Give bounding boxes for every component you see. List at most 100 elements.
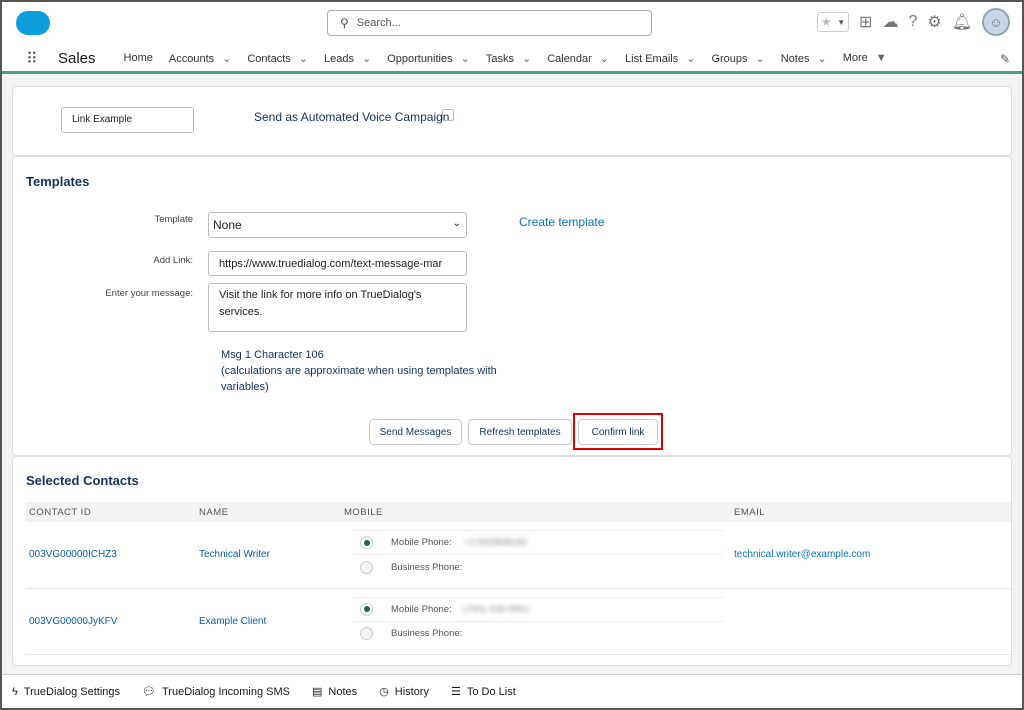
app-launcher-icon[interactable]: ⠿ — [26, 49, 44, 69]
nav-item-label: Groups — [711, 53, 748, 65]
chevron-down-icon: ▼ — [837, 17, 846, 27]
confirm-link-button[interactable]: Confirm link — [578, 419, 658, 445]
template-value: None — [213, 218, 242, 232]
search-icon: ⚲ — [340, 16, 349, 30]
nav-item-more[interactable]: More ▼ — [843, 52, 887, 65]
mobile-phone-value: +17603848182 — [463, 537, 528, 549]
nav-item-notes[interactable]: Notes ⌄ — [781, 52, 827, 65]
utility-item-to-do-list[interactable]: ☰ To Do List — [450, 685, 516, 699]
chevron-down-icon[interactable]: ⌄ — [222, 53, 231, 65]
mobile-cell: Mobile Phone: (760) 428-0951 Business Pho… — [341, 588, 731, 655]
chevron-down-icon[interactable]: ▼ — [876, 52, 887, 64]
global-header: ⚲ Search... ★ ▼ ⊞ ☁ ? ⚙ 🔔︎ ☺ — [2, 2, 1022, 46]
contacts-table: CONTACT ID NAME MOBILE EMAIL 003VG00000I… — [26, 502, 1011, 655]
bell-icon[interactable]: 🔔︎ — [952, 12, 972, 32]
voice-campaign-label: Send as Automated Voice Campaign — [254, 110, 450, 124]
utility-item-notes[interactable]: ▤ Notes — [311, 685, 358, 699]
star-icon: ★ — [820, 15, 832, 29]
business-phone-radio[interactable] — [360, 627, 373, 640]
nav-item-label: Home — [123, 52, 153, 64]
nav-item-opportunities[interactable]: Opportunities ⌄ — [387, 52, 470, 65]
nav-item-contacts[interactable]: Contacts ⌄ — [247, 52, 308, 65]
business-phone-label: Business Phone: — [391, 628, 463, 639]
gear-icon[interactable]: ⚙ — [927, 12, 941, 32]
chevron-down-icon[interactable]: ⌄ — [600, 53, 609, 65]
nav-item-list-emails[interactable]: List Emails ⌄ — [625, 52, 695, 65]
chevron-down-icon[interactable]: ⌄ — [686, 53, 695, 65]
send-messages-button[interactable]: Send Messages — [369, 419, 462, 445]
utility-bar: ϟ TrueDialog Settings 💬︎ TrueDialog Incomin… — [2, 674, 1022, 708]
selected-contacts-card: Selected Contacts CONTACT ID NAME MOBILE… — [12, 456, 1012, 666]
add-link-label: Add Link: — [153, 255, 193, 266]
utility-item-truedialog-incoming-sms[interactable]: 💬︎ TrueDialog Incoming SMS — [142, 685, 290, 699]
add-link-input[interactable]: https://www.truedialog.com/text-message-… — [208, 251, 467, 276]
business-phone-radio[interactable] — [360, 560, 373, 574]
message-textarea[interactable]: Visit the link for more info on TrueDial… — [208, 283, 467, 332]
email-link[interactable]: technical.writer@example.com — [731, 522, 1011, 589]
template-label: Template — [154, 214, 193, 225]
nav-item-calendar[interactable]: Calendar ⌄ — [547, 52, 609, 65]
list-icon: ☰ — [450, 686, 461, 698]
utility-item-label: TrueDialog Settings — [23, 685, 121, 698]
col-email: EMAIL — [731, 502, 1011, 522]
utility-item-label: History — [394, 685, 429, 698]
salesforce-logo[interactable] — [16, 11, 50, 35]
table-row: 003VG00000ICHZ3 Technical Writer Mobile … — [26, 522, 1011, 589]
nav-item-label: Notes — [780, 53, 810, 65]
chevron-down-icon[interactable]: ⌄ — [362, 53, 371, 65]
templates-card: Templates Template None ⌄ Create template… — [12, 156, 1012, 456]
favorites-button[interactable]: ★ ▼ — [817, 12, 850, 32]
contact-name-link[interactable]: Example Client — [196, 588, 341, 655]
chevron-down-icon[interactable]: ⌄ — [299, 53, 308, 65]
email-link[interactable] — [731, 588, 1011, 655]
table-row: 003VG00000JyKFV Example Client Mobile Ph… — [26, 588, 1011, 655]
chevron-down-icon[interactable]: ⌄ — [756, 53, 765, 65]
nav-item-label: Contacts — [247, 53, 291, 65]
create-template-link[interactable]: Create template — [519, 215, 604, 229]
nav-item-label: Opportunities — [387, 53, 453, 65]
main-content: Link Example Send as Automated Voice Cam… — [2, 74, 1022, 674]
message-count: Msg 1 Character 106 — [221, 349, 324, 361]
nav-item-label: Accounts — [168, 53, 215, 65]
utility-item-history[interactable]: ◷ History — [379, 685, 429, 699]
business-phone-label: Business Phone: — [391, 561, 463, 573]
template-select[interactable]: None ⌄ — [208, 212, 467, 238]
mobile-phone-radio[interactable] — [360, 602, 373, 616]
bolt-icon: ϟ — [12, 685, 18, 698]
note-icon: ▤ — [311, 686, 323, 698]
utility-item-label: To Do List — [466, 685, 516, 698]
nav-item-accounts[interactable]: Accounts ⌄ — [169, 52, 231, 65]
message-note: (calculations are approximate when using… — [221, 365, 497, 393]
templates-title: Templates — [26, 174, 90, 189]
col-name: NAME — [196, 502, 341, 522]
utility-item-truedialog-settings[interactable]: ϟ TrueDialog Settings — [12, 686, 120, 698]
avatar[interactable]: ☺ — [982, 8, 1010, 36]
refresh-templates-button[interactable]: Refresh templates — [468, 419, 572, 445]
nav-item-home[interactable]: Home — [124, 52, 153, 65]
app-name: Sales — [58, 50, 96, 67]
chat-icon: 💬︎ — [142, 686, 156, 698]
chevron-down-icon[interactable]: ⌄ — [461, 53, 470, 65]
message-label: Enter your message: — [105, 288, 193, 299]
contact-id-link[interactable]: 003VG00000ICHZ3 — [26, 522, 196, 589]
col-contact-id: CONTACT ID — [26, 502, 196, 522]
plus-icon[interactable]: ⊞ — [859, 12, 872, 32]
chevron-down-icon[interactable]: ⌄ — [522, 53, 531, 65]
nav-item-label: Tasks — [485, 53, 514, 65]
nav-item-tasks[interactable]: Tasks ⌄ — [486, 52, 531, 65]
help-icon[interactable]: ? — [908, 13, 917, 31]
contact-id-link[interactable]: 003VG00000JyKFV — [26, 588, 196, 655]
nav-item-leads[interactable]: Leads ⌄ — [324, 52, 371, 65]
edit-nav-icon[interactable]: ✎ — [1000, 52, 1010, 66]
nav-item-label: More — [842, 52, 868, 64]
campaign-name-input[interactable]: Link Example — [61, 107, 194, 133]
contacts-title: Selected Contacts — [26, 473, 139, 488]
search-input[interactable]: ⚲ Search... — [327, 10, 652, 36]
chevron-down-icon[interactable]: ⌄ — [818, 53, 827, 65]
trailhead-icon[interactable]: ☁ — [882, 12, 898, 32]
mobile-phone-radio[interactable] — [360, 536, 373, 550]
nav-item-groups[interactable]: Groups ⌄ — [711, 52, 764, 65]
voice-campaign-checkbox[interactable] — [442, 109, 454, 121]
utility-item-label: Notes — [328, 685, 358, 698]
contact-name-link[interactable]: Technical Writer — [196, 522, 341, 589]
